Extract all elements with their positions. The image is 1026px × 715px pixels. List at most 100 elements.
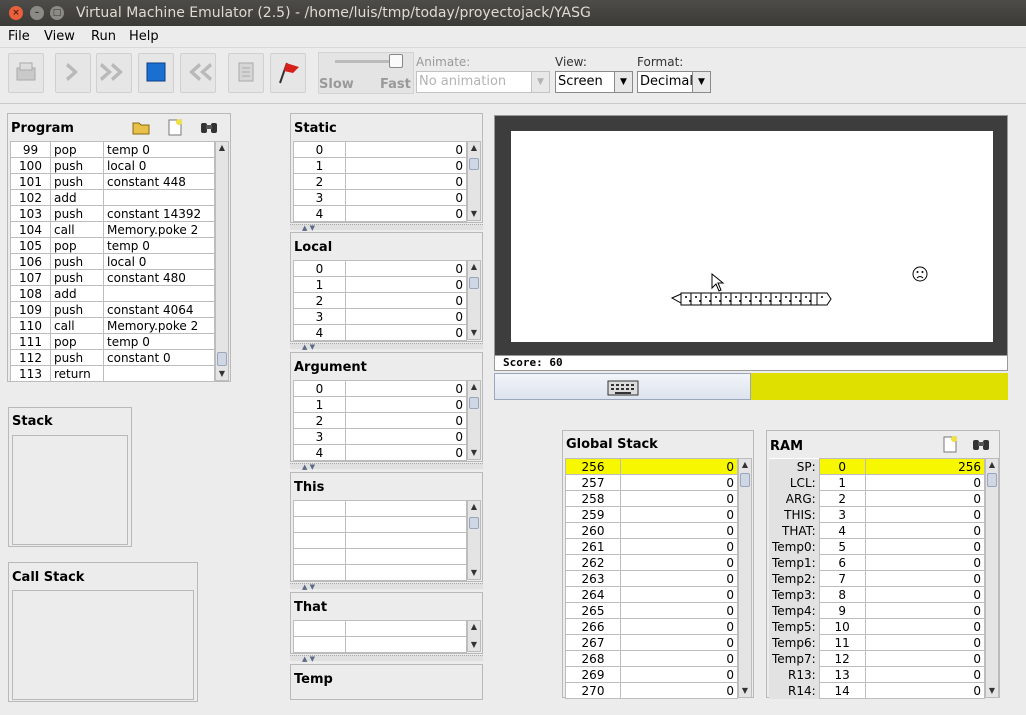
ram-row[interactable]: Temp4: 9 0 [769, 602, 986, 619]
scroll-down-icon[interactable]: ▼ [468, 639, 480, 651]
ram-row[interactable]: R13: 13 0 [769, 666, 986, 683]
stop-button[interactable] [138, 53, 174, 93]
ram-row[interactable]: THIS: 3 0 [769, 506, 986, 523]
that-scrollbar[interactable]: ▲ ▼ [467, 620, 481, 652]
argument-scrollbar[interactable]: ▲ ▼ [467, 380, 481, 460]
ram-row[interactable]: Temp0: 5 0 [769, 538, 986, 555]
script-button[interactable] [228, 53, 264, 93]
program-row[interactable]: 100 push local 0 [10, 157, 215, 174]
static-row[interactable]: 10 [293, 157, 467, 174]
menu-run[interactable]: Run [91, 29, 116, 44]
global-stack-row[interactable]: 260 0 [565, 522, 738, 539]
local-row[interactable]: 10 [293, 276, 467, 293]
format-select[interactable]: Decimal ▼ [637, 71, 711, 93]
global-stack-row[interactable]: 264 0 [565, 586, 738, 603]
ram-row[interactable]: Temp7: 12 0 [769, 650, 986, 667]
ram-row[interactable]: Temp6: 11 0 [769, 634, 986, 651]
ram-scrollbar[interactable]: ▲ ▼ [985, 458, 999, 698]
ram-row[interactable]: Temp3: 8 0 [769, 586, 986, 603]
scroll-down-icon[interactable]: ▼ [739, 685, 751, 697]
program-row[interactable]: 109 push constant 4064 [10, 301, 215, 318]
split-divider[interactable]: ▲ ▼ [290, 655, 483, 663]
static-row[interactable]: 00 [293, 141, 467, 158]
scroll-up-icon[interactable]: ▲ [468, 621, 480, 633]
argument-row[interactable]: 10 [293, 396, 467, 413]
program-row[interactable]: 110 call Memory.poke 2 [10, 317, 215, 334]
this-scrollbar[interactable]: ▲ ▼ [467, 500, 481, 580]
global-stack-row[interactable]: 265 0 [565, 602, 738, 619]
ram-row[interactable]: ARG: 2 0 [769, 490, 986, 507]
program-row[interactable]: 107 push constant 480 [10, 269, 215, 286]
open-folder-icon[interactable] [132, 118, 150, 136]
program-row[interactable]: 99 pop temp 0 [10, 141, 215, 158]
program-row[interactable]: 106 push local 0 [10, 253, 215, 270]
static-scrollbar[interactable]: ▲ ▼ [467, 141, 481, 221]
argument-row[interactable]: 00 [293, 380, 467, 397]
scroll-up-icon[interactable]: ▲ [216, 142, 228, 154]
global-stack-row[interactable]: 270 0 [565, 682, 738, 699]
ram-row[interactable]: Temp1: 6 0 [769, 554, 986, 571]
scroll-down-icon[interactable]: ▼ [216, 368, 228, 380]
menu-help[interactable]: Help [129, 29, 159, 44]
rewind-button[interactable] [180, 53, 216, 93]
program-row[interactable]: 102 add [10, 189, 215, 206]
program-row[interactable]: 101 push constant 448 [10, 173, 215, 190]
program-scrollbar[interactable]: ▲ ▼ [215, 141, 229, 381]
global-stack-scrollbar[interactable]: ▲ ▼ [738, 458, 752, 698]
global-stack-row[interactable]: 263 0 [565, 570, 738, 587]
global-stack-row[interactable]: 258 0 [565, 490, 738, 507]
scroll-up-icon[interactable]: ▲ [468, 381, 480, 393]
ram-row[interactable]: SP: 0 256 [769, 458, 986, 475]
global-stack-row[interactable]: 262 0 [565, 554, 738, 571]
ram-row[interactable]: R14: 14 0 [769, 682, 986, 699]
binoculars-icon[interactable] [972, 435, 990, 453]
breakpoints-button[interactable] [270, 53, 306, 93]
global-stack-row[interactable]: 257 0 [565, 474, 738, 491]
program-row[interactable]: 113 return [10, 365, 215, 382]
scroll-down-icon[interactable]: ▼ [468, 447, 480, 459]
scroll-up-icon[interactable]: ▲ [468, 142, 480, 154]
local-scrollbar[interactable]: ▲ ▼ [467, 260, 481, 340]
static-row[interactable]: 20 [293, 173, 467, 190]
minimize-window-button[interactable]: – [30, 6, 44, 20]
program-row[interactable]: 104 call Memory.poke 2 [10, 221, 215, 238]
local-row[interactable]: 30 [293, 308, 467, 325]
menu-file[interactable]: File [8, 29, 30, 44]
global-stack-row[interactable]: 261 0 [565, 538, 738, 555]
ram-row[interactable]: THAT: 4 0 [769, 522, 986, 539]
global-stack-row[interactable]: 269 0 [565, 666, 738, 683]
load-program-button[interactable] [8, 53, 44, 93]
binoculars-icon[interactable] [200, 118, 218, 136]
scroll-up-icon[interactable]: ▲ [468, 501, 480, 513]
fast-forward-button[interactable] [96, 53, 132, 93]
scroll-down-icon[interactable]: ▼ [468, 208, 480, 220]
keyboard-button[interactable] [494, 373, 751, 400]
local-row[interactable]: 20 [293, 292, 467, 309]
scroll-up-icon[interactable]: ▲ [468, 261, 480, 273]
single-step-button[interactable] [55, 53, 91, 93]
maximize-window-button[interactable]: □ [50, 6, 64, 20]
argument-row[interactable]: 20 [293, 412, 467, 429]
scroll-down-icon[interactable]: ▼ [986, 685, 998, 697]
scroll-down-icon[interactable]: ▼ [468, 327, 480, 339]
program-row[interactable]: 108 add [10, 285, 215, 302]
scroll-up-icon[interactable]: ▲ [739, 459, 751, 471]
program-row[interactable]: 103 push constant 14392 [10, 205, 215, 222]
global-stack-row[interactable]: 268 0 [565, 650, 738, 667]
program-row[interactable]: 111 pop temp 0 [10, 333, 215, 350]
static-row[interactable]: 40 [293, 205, 467, 222]
ram-row[interactable]: Temp5: 10 0 [769, 618, 986, 635]
scroll-down-icon[interactable]: ▼ [468, 567, 480, 579]
global-stack-row[interactable]: 256 0 [565, 458, 738, 475]
split-divider[interactable]: ▲ ▼ [290, 224, 483, 232]
split-divider[interactable]: ▲ ▼ [290, 583, 483, 591]
local-row[interactable]: 40 [293, 324, 467, 341]
program-row[interactable]: 105 pop temp 0 [10, 237, 215, 254]
speed-slider-handle[interactable] [389, 54, 403, 68]
ram-row[interactable]: Temp2: 7 0 [769, 570, 986, 587]
global-stack-row[interactable]: 259 0 [565, 506, 738, 523]
program-row[interactable]: 112 push constant 0 [10, 349, 215, 366]
global-stack-row[interactable]: 267 0 [565, 634, 738, 651]
close-window-button[interactable]: × [9, 6, 23, 20]
speed-slider[interactable]: Slow Fast [318, 52, 414, 94]
